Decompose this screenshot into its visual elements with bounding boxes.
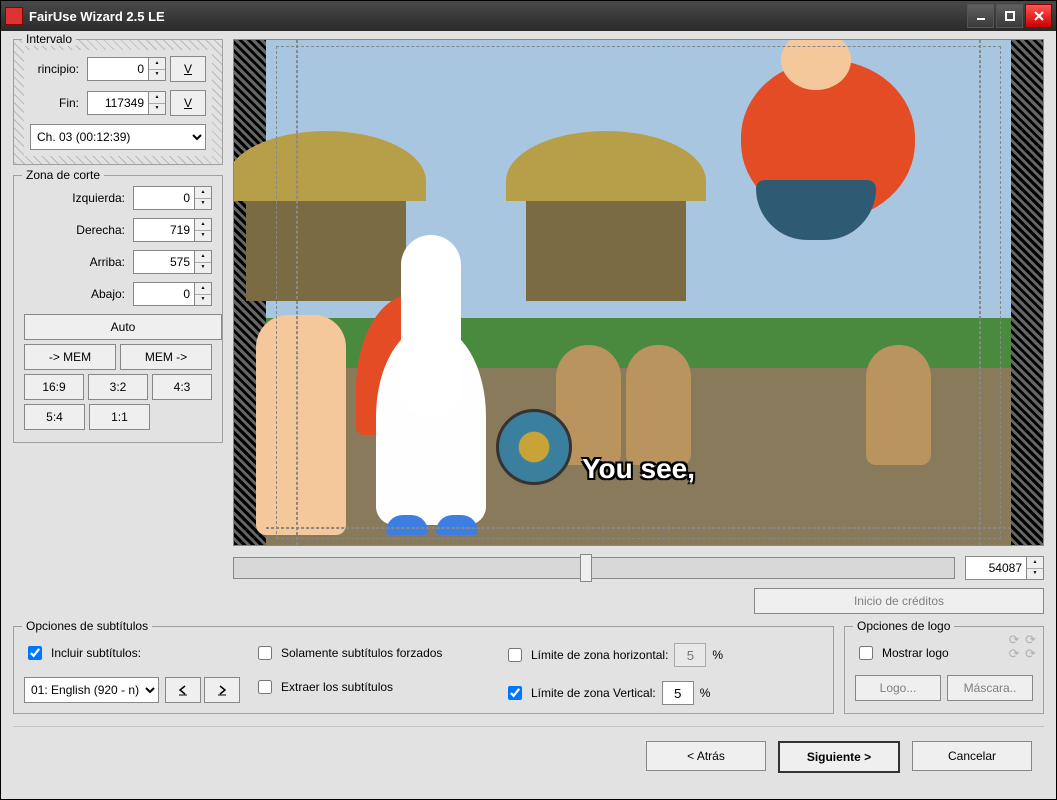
- izquierda-spinner[interactable]: ▲▼: [133, 186, 212, 210]
- forced-subs-label: Solamente subtítulos forzados: [281, 646, 442, 660]
- extract-subs-checkbox[interactable]: Extraer los subtítulos: [254, 677, 484, 697]
- auto-button[interactable]: Auto: [24, 314, 222, 340]
- lim-v-label: Límite de zona Vertical:: [531, 686, 656, 700]
- izquierda-input[interactable]: [133, 186, 194, 210]
- intervalo-group: Intervalo rincipio: ▲▼ V Fin:: [13, 39, 223, 165]
- cancel-button[interactable]: Cancelar: [912, 741, 1032, 771]
- ratio-54-button[interactable]: 5:4: [24, 404, 85, 430]
- derecha-label: Derecha:: [24, 223, 129, 237]
- app-window: FairUse Wizard 2.5 LE Intervalo rincipio…: [0, 0, 1057, 800]
- logo-group: Opciones de logo ⟳ ⟳⟳ ⟳ Mostrar logo Log…: [844, 626, 1044, 714]
- spin-buttons[interactable]: ▲▼: [148, 91, 166, 115]
- back-button[interactable]: < Atrás: [646, 741, 766, 771]
- slider-thumb[interactable]: [580, 554, 592, 582]
- forced-subs-checkbox[interactable]: Solamente subtítulos forzados: [254, 643, 484, 663]
- ratio-169-button[interactable]: 16:9: [24, 374, 84, 400]
- principio-input[interactable]: [87, 57, 148, 81]
- frame-slider[interactable]: [233, 557, 955, 579]
- bottom-row: Opciones de subtítulos Incluir subtítulo…: [13, 626, 1044, 714]
- izquierda-label: Izquierda:: [24, 191, 129, 205]
- show-logo-input[interactable]: [859, 646, 873, 660]
- wizard-footer: < Atrás Siguiente > Cancelar: [13, 726, 1044, 787]
- frame-spinner[interactable]: ▲▼: [965, 556, 1044, 580]
- lim-v-value[interactable]: [662, 681, 694, 705]
- lim-v-checkbox[interactable]: Límite de zona Vertical:: [504, 683, 656, 703]
- fin-goto-button[interactable]: V: [170, 90, 206, 116]
- ratio-43-button[interactable]: 4:3: [152, 374, 212, 400]
- sub-next-button[interactable]: [204, 677, 240, 703]
- top-row: Intervalo rincipio: ▲▼ V Fin:: [13, 39, 1044, 614]
- show-logo-checkbox[interactable]: Mostrar logo: [855, 643, 1033, 663]
- percent-label: %: [712, 648, 723, 662]
- ratio-32-button[interactable]: 3:2: [88, 374, 148, 400]
- sub-prev-button[interactable]: [165, 677, 201, 703]
- preview-column: You see, ▲▼ Inicio de créditos: [233, 39, 1044, 614]
- mask-button[interactable]: Máscara..: [947, 675, 1033, 701]
- frame-input[interactable]: [965, 556, 1026, 580]
- mem-out-button[interactable]: MEM ->: [120, 344, 212, 370]
- subtitles-legend: Opciones de subtítulos: [22, 619, 152, 633]
- video-preview[interactable]: You see,: [233, 39, 1044, 546]
- lim-h-input[interactable]: [508, 648, 522, 662]
- maximize-button[interactable]: [996, 4, 1023, 28]
- arriba-spinner[interactable]: ▲▼: [133, 250, 212, 274]
- window-title: FairUse Wizard 2.5 LE: [29, 9, 965, 24]
- percent-label: %: [700, 686, 711, 700]
- arriba-input[interactable]: [133, 250, 194, 274]
- corte-group: Zona de corte Izquierda: ▲▼ Derecha: ▲▼ …: [13, 175, 223, 443]
- extract-subs-input[interactable]: [258, 680, 272, 694]
- extract-subs-label: Extraer los subtítulos: [281, 680, 393, 694]
- spin-buttons[interactable]: ▲▼: [148, 57, 166, 81]
- fin-spinner[interactable]: ▲▼: [87, 91, 166, 115]
- close-button[interactable]: [1025, 4, 1052, 28]
- show-logo-label: Mostrar logo: [882, 646, 949, 660]
- include-subs-checkbox[interactable]: Incluir subtítulos:: [24, 643, 234, 663]
- crop-mask-right: [1011, 40, 1043, 545]
- lim-h-label: Límite de zona horizontal:: [531, 648, 668, 662]
- principio-label: rincipio:: [30, 62, 83, 76]
- arriba-label: Arriba:: [24, 255, 129, 269]
- sub-track-select[interactable]: 01: English (920 - n): [24, 677, 159, 703]
- window-body: Intervalo rincipio: ▲▼ V Fin:: [1, 31, 1056, 799]
- next-button[interactable]: Siguiente >: [778, 741, 900, 773]
- derecha-spinner[interactable]: ▲▼: [133, 218, 212, 242]
- abajo-spinner[interactable]: ▲▼: [133, 282, 212, 306]
- lim-v-input[interactable]: [508, 686, 522, 700]
- subtitles-group: Opciones de subtítulos Incluir subtítulo…: [13, 626, 834, 714]
- derecha-input[interactable]: [133, 218, 194, 242]
- mem-in-button[interactable]: -> MEM: [24, 344, 116, 370]
- logo-legend: Opciones de logo: [853, 619, 954, 633]
- lim-h-value: [674, 643, 706, 667]
- lim-h-checkbox[interactable]: Límite de zona horizontal:: [504, 645, 668, 665]
- credits-start-button[interactable]: Inicio de créditos: [754, 588, 1044, 614]
- forced-subs-input[interactable]: [258, 646, 272, 660]
- include-subs-label: Incluir subtítulos:: [51, 646, 141, 660]
- app-icon: [5, 7, 23, 25]
- fin-label: Fin:: [30, 96, 83, 110]
- abajo-input[interactable]: [133, 282, 194, 306]
- logo-button[interactable]: Logo...: [855, 675, 941, 701]
- chapter-select[interactable]: Ch. 03 (00:12:39): [30, 124, 206, 150]
- left-column: Intervalo rincipio: ▲▼ V Fin:: [13, 39, 223, 614]
- principio-spinner[interactable]: ▲▼: [87, 57, 166, 81]
- include-subs-input[interactable]: [28, 646, 42, 660]
- principio-goto-button[interactable]: V: [170, 56, 206, 82]
- logo-corner-icon: ⟳ ⟳⟳ ⟳: [1009, 633, 1037, 662]
- subtitle-overlay: You see,: [582, 453, 695, 485]
- fin-input[interactable]: [87, 91, 148, 115]
- ratio-11-button[interactable]: 1:1: [89, 404, 150, 430]
- intervalo-legend: Intervalo: [22, 32, 76, 46]
- titlebar: FairUse Wizard 2.5 LE: [1, 1, 1056, 31]
- corte-legend: Zona de corte: [22, 168, 104, 182]
- abajo-label: Abajo:: [24, 287, 129, 301]
- minimize-button[interactable]: [967, 4, 994, 28]
